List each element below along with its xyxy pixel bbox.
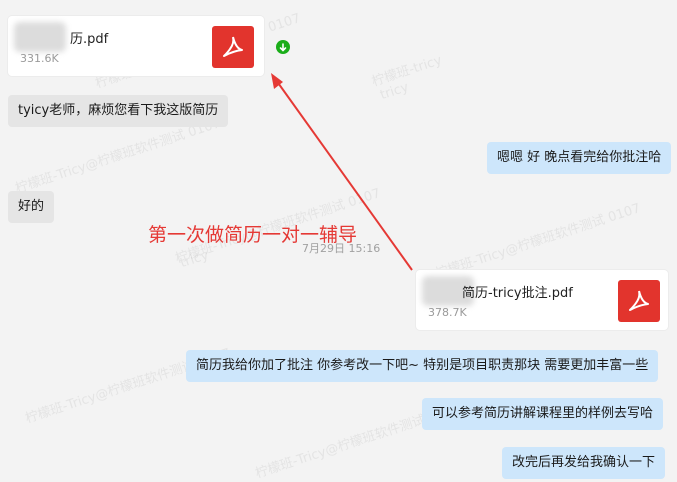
download-icon[interactable]	[276, 40, 290, 54]
watermark: 柠檬班-tricy	[370, 53, 444, 90]
file-name: 简历-tricy批注.pdf	[462, 286, 573, 301]
file-size: 331.6K	[20, 52, 59, 65]
chat-message-outgoing: 改完后再发给我确认一下	[502, 447, 666, 479]
chat-message-outgoing: 简历我给你加了批注 你参考改一下吧~ 特别是项目职责那块 需要更加丰富一些	[186, 350, 659, 382]
watermark: tricy	[378, 79, 411, 104]
watermark: tricy	[178, 247, 211, 272]
redacted-filename-blur	[14, 22, 66, 52]
file-name: 历.pdf	[70, 32, 109, 47]
chat-message-outgoing: 可以参考简历讲解课程里的样例去写哈	[422, 398, 664, 430]
chat-message-incoming: tyicy老师，麻烦您看下我这版简历	[8, 95, 229, 127]
file-message-card[interactable]: 历.pdf 331.6K	[8, 16, 264, 76]
file-message-card[interactable]: 简历-tricy批注.pdf 378.7K	[416, 270, 668, 330]
message-timestamp: 7月29日 15:16	[302, 242, 381, 255]
file-size: 378.7K	[428, 306, 467, 319]
pdf-icon	[212, 26, 254, 68]
chat-message-outgoing: 嗯嗯 好 晚点看完给你批注哈	[487, 142, 672, 174]
pdf-icon	[618, 280, 660, 322]
chat-message-incoming: 好的	[8, 191, 55, 223]
